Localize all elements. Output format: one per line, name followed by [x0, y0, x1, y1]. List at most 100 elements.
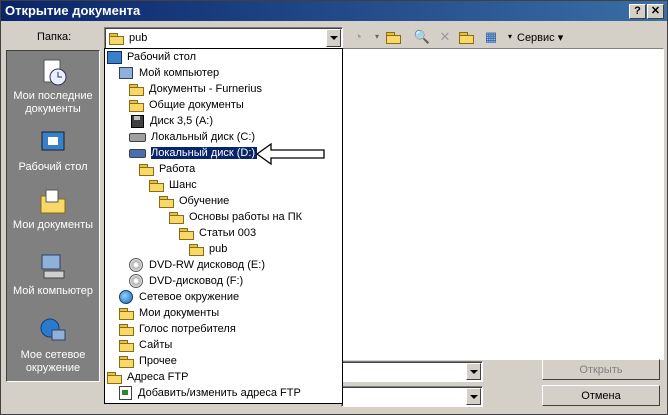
cancel-button[interactable]: Отмена [542, 385, 660, 406]
new-folder-icon[interactable] [459, 28, 477, 46]
list-item-label: Голос потребителя [139, 323, 236, 335]
folder-icon [107, 371, 122, 384]
network-icon [40, 318, 66, 341]
pointer-arrow-icon [255, 142, 325, 166]
list-item[interactable]: Статьи 003 [179, 226, 256, 241]
drive-icon [129, 148, 146, 158]
list-item-label: Локальный диск (D:) [149, 146, 259, 160]
list-item[interactable]: pub [189, 242, 227, 257]
file-name-field[interactable] [341, 361, 483, 382]
folder-icon [119, 307, 134, 320]
file-type-field[interactable] [341, 386, 483, 407]
place-desktop[interactable]: Рабочий стол [7, 128, 99, 174]
desktop-icon [41, 131, 65, 151]
list-item-label: Общие документы [149, 99, 244, 111]
folder-icon [109, 32, 124, 45]
list-item-label: DVD-RW дисковод (E:) [149, 259, 265, 271]
service-menu[interactable]: Сервис ▾ [517, 31, 563, 44]
place-network[interactable]: Мое сетевое окружение [7, 316, 99, 375]
list-item-selected[interactable]: Локальный диск (D:) [129, 146, 259, 161]
place-my-documents[interactable]: Мои документы [7, 186, 99, 232]
network-icon [119, 290, 133, 305]
list-item-label: Локальный диск (C:) [151, 131, 256, 143]
cd-icon [129, 258, 143, 273]
list-item-label: Основы работы на ПК [189, 211, 303, 223]
list-item-label: Документы - Furnerius [149, 83, 262, 95]
list-item-label: Мои документы [139, 307, 220, 319]
place-label: Рабочий стол [18, 161, 88, 173]
place-recent-documents[interactable]: Мои последние документы [7, 57, 99, 116]
list-item[interactable]: Прочее [119, 354, 177, 369]
list-item[interactable]: Шанс [149, 178, 197, 193]
folder-icon [149, 179, 164, 192]
list-item-label: Сетевое окружение [139, 291, 240, 303]
back-icon[interactable]: ◔ [349, 28, 367, 46]
folder-label: Папка: [37, 31, 72, 43]
list-item[interactable]: Работа [139, 162, 195, 177]
list-item-label: Обучение [179, 195, 230, 207]
list-item-label: Рабочий стол [127, 51, 197, 63]
list-item[interactable]: Мои документы [119, 306, 219, 321]
list-item[interactable]: Сетевое окружение [119, 290, 239, 305]
folder-icon [119, 323, 134, 336]
list-item-label: Мой компьютер [139, 67, 220, 79]
folder-icon [119, 339, 134, 352]
list-item[interactable]: Общие документы [129, 98, 244, 113]
folder-icon [169, 211, 184, 224]
list-item-label: DVD-дисковод (F:) [149, 275, 244, 287]
place-label: Мои последние документы [13, 90, 93, 115]
folder-icon [159, 195, 174, 208]
window-title: Открытие документа [5, 3, 141, 18]
list-item-label: Статьи 003 [199, 227, 257, 239]
back-dropdown-icon[interactable]: ▾ [368, 28, 386, 46]
list-item[interactable]: Адреса FTP [107, 370, 188, 385]
views-icon[interactable]: ▦ [482, 28, 500, 46]
my-documents-icon [40, 189, 66, 214]
list-item-label: Диск 3,5 (A:) [150, 115, 214, 127]
list-item-label: Прочее [139, 355, 177, 367]
ftp-icon [119, 386, 132, 401]
folder-icon [139, 163, 154, 176]
folder-icon [129, 99, 144, 112]
open-button[interactable]: Открыть [542, 359, 660, 380]
chevron-down-icon[interactable] [466, 363, 481, 380]
list-item[interactable]: Диск 3,5 (A:) [131, 114, 213, 129]
folder-combo[interactable]: pub [104, 27, 343, 49]
place-label: Мое сетевое окружение [20, 349, 86, 374]
my-computer-icon [41, 254, 65, 279]
list-item[interactable]: DVD-RW дисковод (E:) [129, 258, 265, 273]
chevron-down-icon[interactable] [326, 29, 341, 47]
help-button[interactable]: ? [629, 4, 646, 19]
title-bar[interactable]: Открытие документа ? ✕ [1, 1, 667, 21]
list-item-label: pub [209, 243, 228, 255]
list-item[interactable]: Мой компьютер [119, 66, 219, 81]
recent-documents-icon [43, 59, 67, 86]
place-my-computer[interactable]: Мой компьютер [7, 252, 99, 298]
list-item-label: Работа [159, 163, 196, 175]
list-item[interactable]: DVD-дисковод (F:) [129, 274, 243, 289]
drive-icon [129, 132, 146, 142]
open-document-dialog: Открытие документа ? ✕ Папка: pub ◔ ▾ 🔍 … [0, 0, 668, 415]
place-label: Мои документы [12, 219, 94, 231]
list-item[interactable]: Локальный диск (C:) [129, 130, 255, 145]
close-button[interactable]: ✕ [647, 4, 664, 19]
desktop-icon [107, 50, 122, 64]
list-item[interactable]: Голос потребителя [119, 322, 236, 337]
folder-dropdown-list: Рабочий стол Мой компьютер Документы - F… [104, 48, 343, 404]
list-item[interactable]: Рабочий стол [107, 50, 196, 65]
places-bar: Мои последние документы Рабочий стол Мои… [6, 50, 100, 382]
chevron-down-icon[interactable] [466, 388, 481, 405]
delete-icon[interactable]: ✕ [436, 28, 454, 46]
list-item-label: Адреса FTP [127, 371, 189, 383]
list-item[interactable]: Основы работы на ПК [169, 210, 302, 225]
search-web-icon[interactable]: 🔍 [413, 28, 431, 46]
list-item[interactable]: Сайты [119, 338, 172, 353]
computer-icon [119, 67, 133, 80]
up-folder-icon[interactable] [386, 28, 404, 46]
folder-icon [119, 355, 134, 368]
service-menu-label: Сервис [517, 32, 555, 44]
list-item[interactable]: Документы - Furnerius [129, 82, 262, 97]
list-item[interactable]: Добавить/изменить адреса FTP [119, 386, 301, 401]
folder-combo-value: pub [129, 32, 148, 44]
list-item[interactable]: Обучение [159, 194, 229, 209]
